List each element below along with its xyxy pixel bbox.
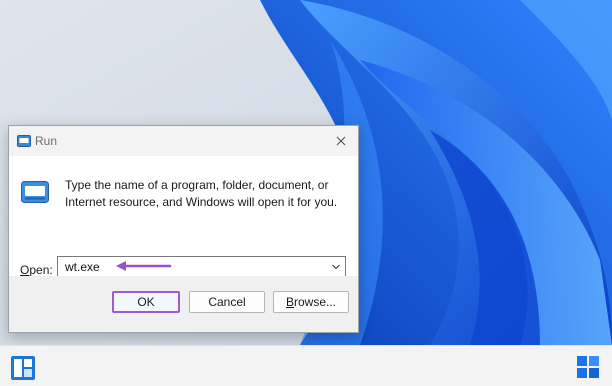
windows-start-icon[interactable] xyxy=(576,355,600,384)
run-icon xyxy=(17,134,31,152)
ok-button[interactable]: OK xyxy=(112,291,180,313)
taskbar xyxy=(0,345,612,386)
run-dialog: Run Type the name of a program, folder, … xyxy=(8,125,359,333)
open-label: Open: xyxy=(20,263,53,277)
dialog-title: Run xyxy=(35,134,58,148)
close-button[interactable] xyxy=(324,126,358,156)
run-program-icon xyxy=(21,181,49,208)
dialog-description: Type the name of a program, folder, docu… xyxy=(65,178,338,209)
browse-accel: B xyxy=(285,295,294,309)
open-combobox[interactable]: wt.exe xyxy=(57,256,346,278)
widgets-icon[interactable] xyxy=(10,355,36,386)
command-input[interactable]: wt.exe xyxy=(65,260,100,274)
close-icon xyxy=(336,136,346,146)
open-label-accel: O xyxy=(20,263,30,277)
title-bar[interactable]: Run xyxy=(9,126,358,156)
annotation-arrow-icon xyxy=(116,261,172,271)
browse-button[interactable]: Browse... xyxy=(273,291,349,313)
dialog-footer: OK Cancel Browse... xyxy=(9,276,358,332)
open-label-rest: pen: xyxy=(29,263,53,277)
dialog-body: Type the name of a program, folder, docu… xyxy=(9,156,358,278)
cancel-button[interactable]: Cancel xyxy=(189,291,265,313)
browse-label-rest: rowse... xyxy=(294,295,337,309)
